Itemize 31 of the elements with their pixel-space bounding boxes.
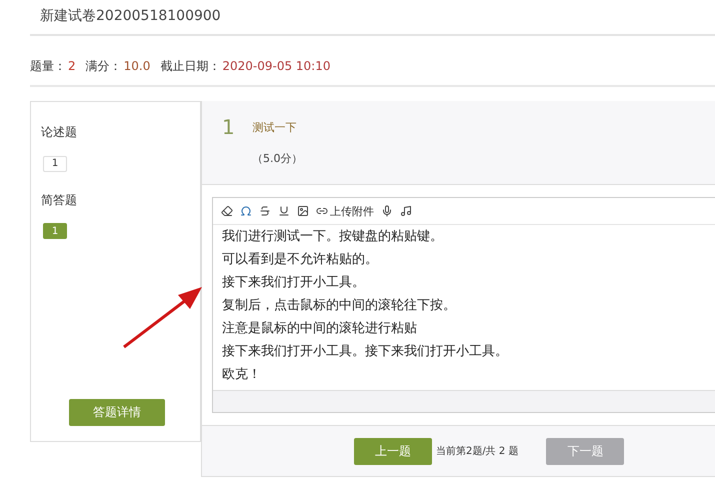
answer-text-line: 欧克！ [222, 366, 262, 384]
question-group-title: 论述题 [41, 124, 78, 141]
question-number: 1 [222, 115, 235, 139]
microphone-icon[interactable] [381, 205, 393, 217]
music-note-icon[interactable] [400, 205, 412, 217]
answer-text-line: 我们进行测试一下。按键盘的粘贴键。 [222, 228, 444, 246]
question-position: 当前第2题/共 2 题 [436, 444, 518, 458]
link-icon[interactable] [316, 205, 328, 217]
underline-icon[interactable] [278, 205, 290, 217]
stat-text: 截止日期： 2020-09-05 10:10 [160, 58, 330, 75]
previous-question-button[interactable]: 上一题 [354, 438, 432, 464]
image-icon[interactable] [297, 205, 309, 217]
question-number-button[interactable]: 1 [43, 156, 67, 172]
stat-text: 题量： 2 [30, 58, 76, 75]
answer-text-line: 可以看到是不允许粘贴的。 [222, 251, 379, 269]
upload-attachment-link[interactable]: 上传附件 [330, 204, 374, 218]
question-number-button[interactable]: 1 [43, 223, 67, 239]
page-title: 新建试卷20200518100900 [30, 0, 715, 36]
question-score: （5.0分） [252, 151, 304, 166]
stat-text: 满分： 10.0 [86, 58, 150, 75]
answer-text-line: 接下来我们打开小工具。 [222, 274, 366, 292]
answer-text-line: 注意是鼠标的中间的滚轮进行粘贴 [222, 320, 418, 338]
strikethrough-icon[interactable] [259, 205, 271, 217]
eraser-icon[interactable] [221, 205, 233, 217]
answer-details-button[interactable]: 答题详情 [69, 399, 165, 426]
question-text: 测试一下 [252, 120, 297, 134]
omega-icon[interactable] [240, 205, 252, 217]
question-group-title: 简答题 [41, 192, 78, 208]
answer-text-line: 接下来我们打开小工具。接下来我们打开小工具。 [222, 343, 509, 361]
answer-text-line: 复制后，点击鼠标的中间的滚轮往下按。 [222, 297, 457, 315]
answer-editor[interactable]: 上传附件 我们进行测试一下。按键盘的粘贴键。 可以看到是不允许粘贴的。 接下来我们打开小工具。 复制后，点击鼠标的中间的滚轮往下按。 注意是鼠标的中间的滚轮进行粘贴 接下来我们打开小工具。接下来我们打开小工具。 欧克！ [212, 197, 715, 413]
